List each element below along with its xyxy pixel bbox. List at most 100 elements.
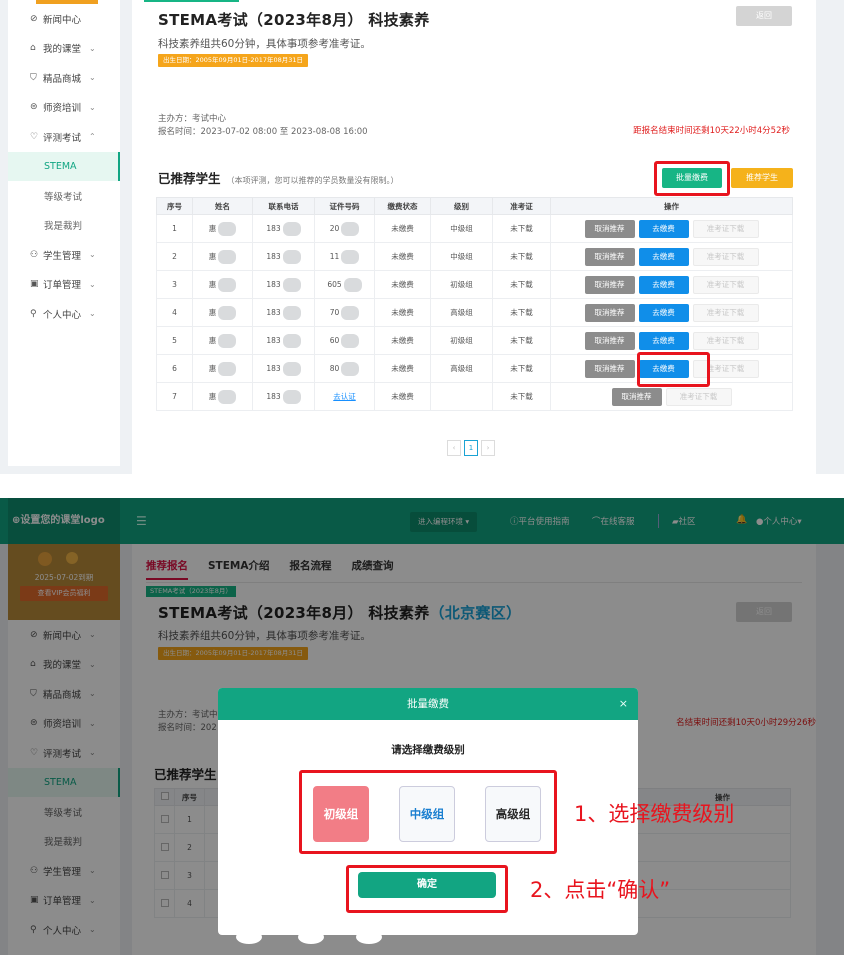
pay-button[interactable]: 去缴费 <box>638 331 689 350</box>
redaction-blob <box>282 333 301 348</box>
sidebar-item-label: 我是裁判 <box>44 221 83 233</box>
cell-phone: 183 <box>252 270 315 299</box>
cell-name: 惠 <box>192 270 253 299</box>
cancel-recommend-button[interactable]: 取消推荐 <box>584 275 635 294</box>
cancel-recommend-button[interactable]: 取消推荐 <box>611 387 662 406</box>
sidebar-item-top-after-1[interactable]: ▣ 订单管理 ⌄ <box>8 270 120 300</box>
cancel-recommend-button[interactable]: 取消推荐 <box>584 303 635 322</box>
pay-button[interactable]: 去缴费 <box>638 303 689 322</box>
redaction-blob <box>282 389 301 404</box>
cell-no: 5 <box>156 326 193 355</box>
cell-no: 2 <box>156 242 193 271</box>
cancel-recommend-button[interactable]: 取消推荐 <box>584 247 635 266</box>
download-ticket-button[interactable]: 准考证下载 <box>692 275 759 294</box>
header-cell: 缴费状态 <box>374 197 431 215</box>
sidebar-item-top-after-2[interactable]: ⚲ 个人中心 ⌄ <box>8 299 120 329</box>
header-cell: 联系电话 <box>252 197 315 215</box>
chevron-icon: ⌄ <box>89 43 96 53</box>
pagination: ‹ 1 › <box>447 440 495 456</box>
sidebar-item-top-sub-0[interactable]: STEMA <box>8 151 120 181</box>
header-cell: 操作 <box>550 197 793 215</box>
redaction-blob <box>218 361 237 376</box>
divider-gap <box>0 474 844 498</box>
cell-level: 初级组 <box>430 270 493 299</box>
pay-button[interactable]: 去缴费 <box>638 247 689 266</box>
sidebar-item-top-2[interactable]: ⛉ 精品商城 ⌄ <box>8 63 120 93</box>
exam-detail-card: STEMA考试（2023年8月） 科技素养 返回 科技素养组共60分钟，具体事项… <box>132 0 816 474</box>
sidebar-item-icon: ⌂ <box>30 43 36 54</box>
cell-ticket: 未下载 <box>492 270 551 299</box>
pay-button[interactable]: 去缴费 <box>638 219 689 238</box>
verify-link[interactable]: 去认证 <box>333 392 356 401</box>
section-title: 已推荐学生 （本项评测，您可以推荐的学员数量没有限制。） <box>158 168 399 187</box>
cell-status: 未缴费 <box>374 242 431 271</box>
sidebar-item-icon: ⛉ <box>30 72 37 83</box>
chevron-icon: ⌄ <box>89 250 96 260</box>
cell-ticket: 未下载 <box>492 298 551 327</box>
header-cell: 准考证 <box>492 197 551 215</box>
redaction-blob <box>341 333 360 348</box>
highlight-confirm-button <box>346 865 508 913</box>
download-ticket-button[interactable]: 准考证下载 <box>665 387 732 406</box>
name-text: 惠 <box>208 335 217 345</box>
sidebar-item-top-after-0[interactable]: ⚇ 学生管理 ⌄ <box>8 240 120 270</box>
redaction-blob <box>218 249 237 264</box>
redaction-blob <box>282 305 301 320</box>
close-icon[interactable]: × <box>619 688 628 720</box>
cell-ticket: 未下载 <box>492 326 551 355</box>
phone-text: 183 <box>266 279 281 289</box>
sidebar-item-label: 师资培训 <box>43 103 82 115</box>
sidebar-item-top-sub-2[interactable]: 我是裁判 <box>8 211 120 241</box>
tag-strip <box>144 0 239 2</box>
id-text: 11 <box>329 251 340 261</box>
sidebar-item-label: 精品商城 <box>43 73 82 85</box>
page-1-button[interactable]: 1 <box>464 440 478 456</box>
sidebar-item-top-sub-1[interactable]: 等级考试 <box>8 181 120 211</box>
header-cell: 证件号码 <box>314 197 375 215</box>
cell-name: 惠 <box>192 298 253 327</box>
exam-title: STEMA考试（2023年8月） 科技素养 <box>158 11 430 29</box>
sidebar-item-icon: ⚲ <box>30 308 37 319</box>
section-note: （本项评测，您可以推荐的学员数量没有限制。） <box>226 176 399 185</box>
sidebar-item-label: 订单管理 <box>43 280 82 292</box>
back-button[interactable]: 返回 <box>736 6 792 26</box>
phone-text: 183 <box>266 251 281 261</box>
sidebar-item-top-4[interactable]: ♡ 评测考试 ⌃ <box>8 122 120 152</box>
cell-ticket: 未下载 <box>492 382 551 411</box>
sidebar: ⊘ 新闻中心 ⌂ 我的课堂 ⌄ ⛉ 精品商城 ⌄ ⊜ 师资培训 ⌄ ♡ 评测考试 ⌃ STEMA 等级考试我是… <box>8 0 120 466</box>
table-row: 1 惠 183 20 未缴费 中级组 未下载 取消推荐 去缴费 准考证下载 <box>156 214 793 243</box>
download-ticket-button[interactable]: 准考证下载 <box>692 219 759 238</box>
sidebar-item-top-3[interactable]: ⊜ 师资培训 ⌄ <box>8 93 120 123</box>
download-ticket-button[interactable]: 准考证下载 <box>692 247 759 266</box>
cell-no: 4 <box>156 298 193 327</box>
download-ticket-button[interactable]: 准考证下载 <box>692 303 759 322</box>
redaction-blob <box>343 277 362 292</box>
cell-phone: 183 <box>252 214 315 243</box>
cancel-recommend-button[interactable]: 取消推荐 <box>584 331 635 350</box>
sidebar-item-top-0[interactable]: ⊘ 新闻中心 <box>8 4 120 34</box>
annotation-step-2: 2、点击“确认” <box>530 878 671 902</box>
sidebar-item-label: 学生管理 <box>43 250 82 262</box>
sidebar-item-top-1[interactable]: ⌂ 我的课堂 ⌄ <box>8 34 120 64</box>
cell-id: 70 <box>314 298 375 327</box>
chevron-icon: ⌄ <box>89 279 96 289</box>
cell-id: 60 <box>314 326 375 355</box>
sidebar-item-icon: ⊜ <box>30 102 38 113</box>
cell-id[interactable]: 去认证 <box>314 382 375 411</box>
cancel-recommend-button[interactable]: 取消推荐 <box>584 219 635 238</box>
table-row: 3 惠 183 605 未缴费 初级组 未下载 取消推荐 去缴费 准考证下载 <box>156 270 793 299</box>
next-page-button[interactable]: › <box>481 440 495 456</box>
recommend-student-button[interactable]: 推荐学生 <box>731 168 793 188</box>
bottom-screenshot: ⊕设置您的课堂logo ☰ 进入编程环境 ▾ ⓘ平台使用指南 ⌒在线客服 ▰社区… <box>0 498 844 955</box>
dialog-header: 批量缴费 × <box>218 688 638 720</box>
pay-button[interactable]: 去缴费 <box>638 275 689 294</box>
download-ticket-button[interactable]: 准考证下载 <box>692 331 759 350</box>
highlight-pay-button <box>637 352 710 387</box>
prev-page-button[interactable]: ‹ <box>447 440 461 456</box>
sidebar-item-label: 我的课堂 <box>43 44 82 56</box>
name-text: 惠 <box>208 307 217 317</box>
cancel-recommend-button[interactable]: 取消推荐 <box>584 359 635 378</box>
cell-phone: 183 <box>252 382 315 411</box>
birth-date-tag: 出生日期：2005年09月01日-2017年08月31日 <box>158 54 309 67</box>
cell-id: 20 <box>314 214 375 243</box>
